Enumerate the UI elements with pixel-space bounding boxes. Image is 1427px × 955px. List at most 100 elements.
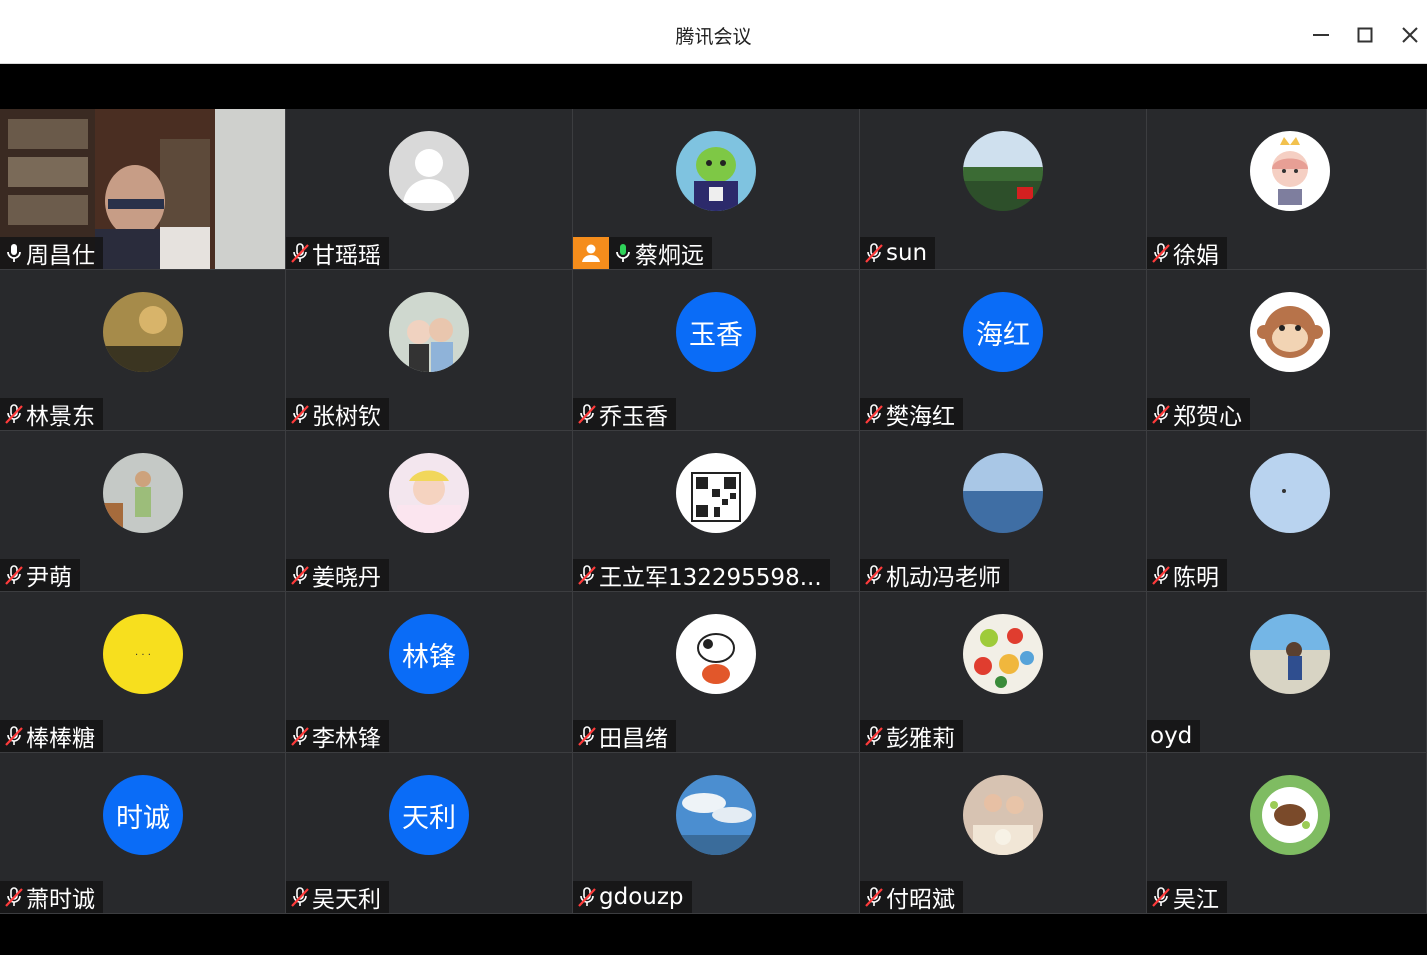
avatar [676,131,756,211]
participant-tile[interactable]: 海红樊海红 [860,270,1147,431]
participant-name: 付昭斌 [886,887,955,913]
maximize-button[interactable] [1348,18,1382,52]
participant-name: 林景东 [26,404,95,430]
participant-tile[interactable]: 时诚萧时诚 [0,753,286,914]
avatar [963,131,1043,211]
mic-muted-icon [288,563,312,587]
name-plate: 姜晓丹 [286,559,389,591]
name-plate: sun [860,237,936,269]
mic-muted-icon [2,563,26,587]
participant-tile[interactable]: 吴江 [1147,753,1427,914]
participant-name: 机动冯老师 [886,565,1001,591]
mic-muted-icon [1149,241,1173,265]
minimize-button[interactable] [1304,18,1338,52]
participant-tile[interactable]: 陈明 [1147,431,1427,592]
name-plate: 张树钦 [286,398,389,430]
participant-name: 尹萌 [26,565,72,591]
participant-name: 樊海红 [886,404,955,430]
participant-tile[interactable]: 徐娟 [1147,109,1427,270]
participant-tile[interactable]: 天利吴天利 [286,753,573,914]
participant-name: 姜晓丹 [312,565,381,591]
name-plate: 吴江 [1147,881,1227,913]
meeting-top-bar [0,64,1427,109]
mic-muted-icon [862,885,886,909]
mic-muted-icon [1149,402,1173,426]
participant-tile[interactable]: 张树钦 [286,270,573,431]
avatar: · · · [103,614,183,694]
participant-tile[interactable]: 田昌绪 [573,592,860,753]
mic-muted-icon [288,241,312,265]
mic-muted-icon [2,724,26,748]
avatar: 海红 [963,292,1043,372]
participant-tile[interactable]: · · · 棒棒糖 [0,592,286,753]
participant-tile[interactable]: 王立军132295598... [573,431,860,592]
participant-tile[interactable]: gdouzp [573,753,860,914]
participant-tile[interactable]: 林景东 [0,270,286,431]
name-plate: 乔玉香 [573,398,676,430]
name-plate: 萧时诚 [0,881,103,913]
avatar [676,614,756,694]
participant-tile[interactable]: 彭雅莉 [860,592,1147,753]
participant-tile[interactable]: 郑贺心 [1147,270,1427,431]
name-plate: 王立军132295598... [573,559,830,591]
avatar [1250,614,1330,694]
avatar [389,131,469,211]
participant-name: gdouzp [599,884,684,910]
avatar [389,453,469,533]
participant-tile[interactable]: 蔡炯远 [573,109,860,270]
participant-tile[interactable]: 甘瑶瑶 [286,109,573,270]
participant-name: 吴天利 [312,887,381,913]
name-plate: 樊海红 [860,398,963,430]
avatar [963,775,1043,855]
participant-tile[interactable]: oyd [1147,592,1427,753]
participant-name: 甘瑶瑶 [312,243,381,269]
participant-tile[interactable]: 林锋李林锋 [286,592,573,753]
avatar [963,453,1043,533]
mic-muted-icon [575,563,599,587]
name-plate: 田昌绪 [573,720,676,752]
svg-text:· · ·: · · · [135,650,151,661]
participant-tile[interactable]: 姜晓丹 [286,431,573,592]
avatar: 玉香 [676,292,756,372]
name-plate: 周昌仕 [0,237,103,269]
participant-tile[interactable]: 玉香 乔玉香 [573,270,860,431]
participant-name: 王立军132295598... [599,565,822,591]
participant-name: 周昌仕 [26,243,95,269]
avatar: 天利 [389,775,469,855]
participant-name: 田昌绪 [599,726,668,752]
participant-name: 萧时诚 [26,887,95,913]
window-title: 腾讯会议 [675,26,752,48]
name-plate: 陈明 [1147,559,1227,591]
title-bar: 腾讯会议 [0,0,1427,64]
participant-tile[interactable]: 机动冯老师 [860,431,1147,592]
participant-tile[interactable]: 尹萌 [0,431,286,592]
close-icon [1402,27,1418,43]
avatar: 时诚 [103,775,183,855]
name-plate: 徐娟 [1147,237,1227,269]
mic-on-icon [2,241,26,265]
participant-name: 李林锋 [312,726,381,752]
maximize-icon [1357,27,1373,43]
avatar [103,453,183,533]
mic-muted-icon [575,724,599,748]
name-plate: 吴天利 [286,881,389,913]
participant-grid: 周昌仕 甘瑶瑶 蔡炯远 sun 徐娟 林景东 张树钦 玉香 乔玉香 海红 樊海红 郑贺心 尹萌 姜晓丹 王立… [0,109,1427,914]
close-button[interactable] [1393,18,1427,52]
avatar [676,453,756,533]
participant-name: 徐娟 [1173,243,1219,269]
participant-name: 彭雅莉 [886,726,955,752]
name-plate: 棒棒糖 [0,720,103,752]
mic-muted-icon [862,563,886,587]
mic-muted-icon [288,885,312,909]
avatar [963,614,1043,694]
avatar: 林锋 [389,614,469,694]
mic-on-icon [611,241,635,265]
avatar [1250,131,1330,211]
participant-tile[interactable]: 付昭斌 [860,753,1147,914]
participant-name: sun [886,240,928,266]
host-icon [573,237,609,269]
participant-tile[interactable]: sun [860,109,1147,270]
mic-muted-icon [575,402,599,426]
participant-tile[interactable]: 周昌仕 [0,109,286,270]
mic-muted-icon [862,724,886,748]
